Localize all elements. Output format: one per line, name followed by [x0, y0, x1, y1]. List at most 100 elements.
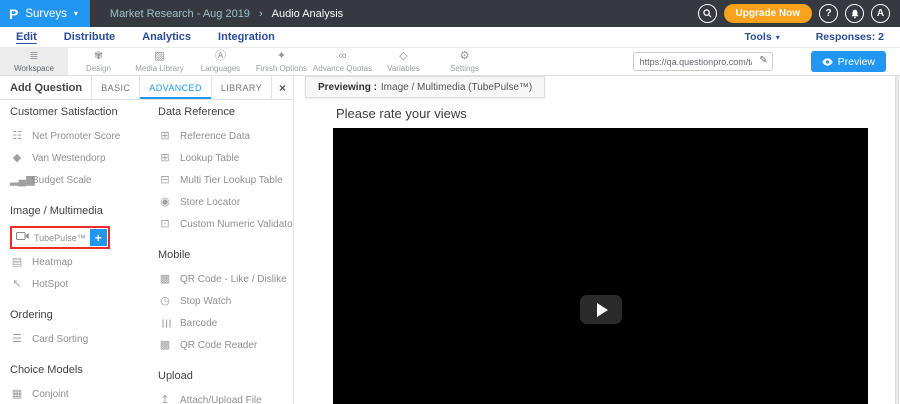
question-type-card-sorting[interactable]: ☰ Card Sorting: [10, 328, 148, 350]
section-title-data-reference: Data Reference: [158, 106, 292, 118]
toolbar-item-variables[interactable]: ◇Variables: [373, 48, 434, 75]
question-type-multi-tier-lookup-table[interactable]: ⊟Multi Tier Lookup Table: [158, 169, 292, 191]
breadcrumb-survey-name[interactable]: Market Research - Aug 2019: [110, 8, 250, 20]
question-type-reference-data[interactable]: ⊞ Reference Data: [158, 125, 292, 147]
section-title-upload: Upload: [158, 370, 292, 382]
design-palette-icon: ✾: [94, 51, 103, 62]
question-type-store-locator[interactable]: ◉Store Locator: [158, 191, 292, 213]
account-avatar[interactable]: A: [871, 4, 890, 23]
video-player[interactable]: [333, 128, 868, 404]
tab-advanced[interactable]: ADVANCED: [139, 76, 211, 99]
bell-icon: [850, 9, 860, 19]
reference-data-icon: ⊞: [158, 131, 172, 142]
responses-count[interactable]: Responses: 2: [816, 31, 884, 43]
heatmap-image-icon: ▤: [10, 257, 24, 268]
question-type-label: HotSpot: [32, 279, 68, 290]
media-library-icon: ▨: [154, 51, 164, 62]
question-type-label: Conjoint: [32, 389, 69, 400]
advance-quotas-chain-icon: ∞: [339, 51, 347, 62]
numeric-validator-icon: ⊡: [158, 219, 172, 230]
toolbar-item-design[interactable]: ✾ Design: [68, 48, 129, 75]
toolbar-item-languages[interactable]: ⒶLanguages: [190, 48, 251, 75]
toolbar-item-label: Design: [86, 64, 111, 73]
hotspot-cursor-icon: ↖: [10, 279, 24, 290]
search-button[interactable]: [698, 4, 717, 23]
question-type-barcode[interactable]: ☰Barcode: [158, 312, 292, 334]
question-type-lookup-table[interactable]: ⊞Lookup Table: [158, 147, 292, 169]
upgrade-now-button[interactable]: Upgrade Now: [724, 4, 812, 23]
workspace-icon: ≣: [29, 51, 38, 62]
notifications-button[interactable]: [845, 4, 864, 23]
question-type-tubepulse[interactable]: TubePulse™: [15, 229, 90, 246]
question-mark-icon: ?: [825, 8, 831, 19]
question-type-net-promoter-score[interactable]: ☷Net Promoter Score: [10, 125, 148, 147]
toolbar-item-finish-options[interactable]: ✦Finish Options: [251, 48, 312, 75]
question-type-label: Barcode: [180, 318, 217, 329]
top-navigation-bar: P Surveys ▾ Market Research - Aug 2019 ›…: [0, 0, 900, 27]
tools-menu[interactable]: Tools ▾: [744, 31, 779, 43]
help-button[interactable]: ?: [819, 4, 838, 23]
bar-chart-icon: ▂▄▆: [10, 175, 24, 186]
section-title-choice-models: Choice Models: [10, 364, 148, 376]
question-type-label: QR Code - Like / Dislike: [180, 274, 287, 285]
languages-icon: Ⓐ: [215, 51, 226, 62]
survey-url-input[interactable]: [633, 52, 773, 71]
question-type-budget-scale[interactable]: ▂▄▆ Budget Scale: [10, 169, 148, 191]
toolbar-items: ≣Workspace ✾ Design ▨ Media Library ⒶLanguage…: [0, 48, 495, 75]
question-type-custom-numeric-validator[interactable]: ⊡ Custom Numeric Validator: [158, 213, 292, 235]
question-type-conjoint[interactable]: ▦ Conjoint: [10, 383, 148, 404]
toolbar-item-advance-quotas[interactable]: ∞Advance Quotas: [312, 48, 373, 75]
panel-tabs: BASICADVANCEDLIBRARY: [91, 76, 271, 99]
section-title-mobile: Mobile: [158, 249, 292, 261]
settings-gear-icon: ⚙: [460, 51, 470, 62]
menu-item-analytics[interactable]: Analytics: [142, 31, 191, 43]
preview-button[interactable]: Preview: [811, 51, 886, 72]
question-type-label: Van Westendorp: [32, 153, 106, 164]
add-question-plus-button[interactable]: +: [90, 229, 107, 246]
menubar-right: Tools ▾ Responses: 2: [744, 31, 884, 43]
breadcrumb: Market Research - Aug 2019 › Audio Analy…: [110, 8, 343, 20]
tab-library[interactable]: LIBRARY: [211, 76, 271, 99]
menu-item-distribute[interactable]: Distribute: [64, 31, 115, 43]
toolbar-item-workspace[interactable]: ≣Workspace: [0, 48, 68, 75]
previewing-tab: Previewing : Image / Multimedia (TubePul…: [305, 76, 545, 98]
vertical-scrollbar[interactable]: [895, 76, 899, 404]
edit-toolbar: ≣Workspace ✾ Design ▨ Media Library ⒶLanguage…: [0, 48, 900, 76]
toolbar-item-settings[interactable]: ⚙Settings: [434, 48, 495, 75]
play-icon: [597, 303, 608, 317]
play-button[interactable]: [580, 295, 622, 324]
surveys-menu[interactable]: P Surveys ▾: [0, 0, 90, 27]
toolbar-item-media-library[interactable]: ▨ Media Library: [129, 48, 190, 75]
video-camera-icon: [15, 231, 29, 244]
toolbar-item-label: Media Library: [135, 64, 183, 73]
close-panel-button[interactable]: ×: [271, 76, 293, 99]
tools-menu-label: Tools: [744, 31, 771, 43]
price-tag-icon: ◆: [10, 153, 24, 164]
question-type-van-westendorp[interactable]: ◆ Van Westendorp: [10, 147, 148, 169]
survey-url-wrap: ✎: [633, 52, 773, 72]
question-type-stop-watch[interactable]: ◷Stop Watch: [158, 290, 292, 312]
toolbar-item-label: Finish Options: [256, 64, 307, 73]
chevron-down-icon: ▾: [74, 9, 78, 18]
edit-url-pencil-icon[interactable]: ✎: [759, 55, 767, 66]
question-type-label: Reference Data: [180, 131, 250, 142]
question-type-label: Card Sorting: [32, 334, 88, 345]
menu-item-integration[interactable]: Integration: [218, 31, 275, 43]
conjoint-grid-icon: ▦: [10, 389, 24, 400]
question-type-qr-code-reader[interactable]: ▩QR Code Reader: [158, 334, 292, 356]
previewing-question-type: Image / Multimedia (TubePulse™): [381, 82, 532, 93]
menubar-items: Edit Distribute Analytics Integration: [16, 31, 302, 43]
panel-title: Add Question: [0, 82, 82, 94]
card-sorting-icon: ☰: [10, 334, 24, 345]
survey-menu-bar: Edit Distribute Analytics Integration Tools…: [0, 27, 900, 48]
question-type-heatmap[interactable]: ▤Heatmap: [10, 251, 148, 273]
section-title-ordering: Ordering: [10, 309, 148, 321]
tab-basic[interactable]: BASIC: [91, 76, 139, 99]
question-type-label: Budget Scale: [32, 175, 92, 186]
stopwatch-icon: ◷: [158, 296, 172, 307]
question-type-attach-upload-file[interactable]: ↥Attach/Upload File: [158, 389, 292, 404]
menu-item-edit[interactable]: Edit: [16, 31, 37, 43]
question-type-label: Custom Numeric Validator: [180, 219, 294, 230]
question-type-hotspot[interactable]: ↖ HotSpot: [10, 273, 148, 295]
question-type-qr-code-like-dislike[interactable]: ▩QR Code - Like / Dislike: [158, 268, 292, 290]
